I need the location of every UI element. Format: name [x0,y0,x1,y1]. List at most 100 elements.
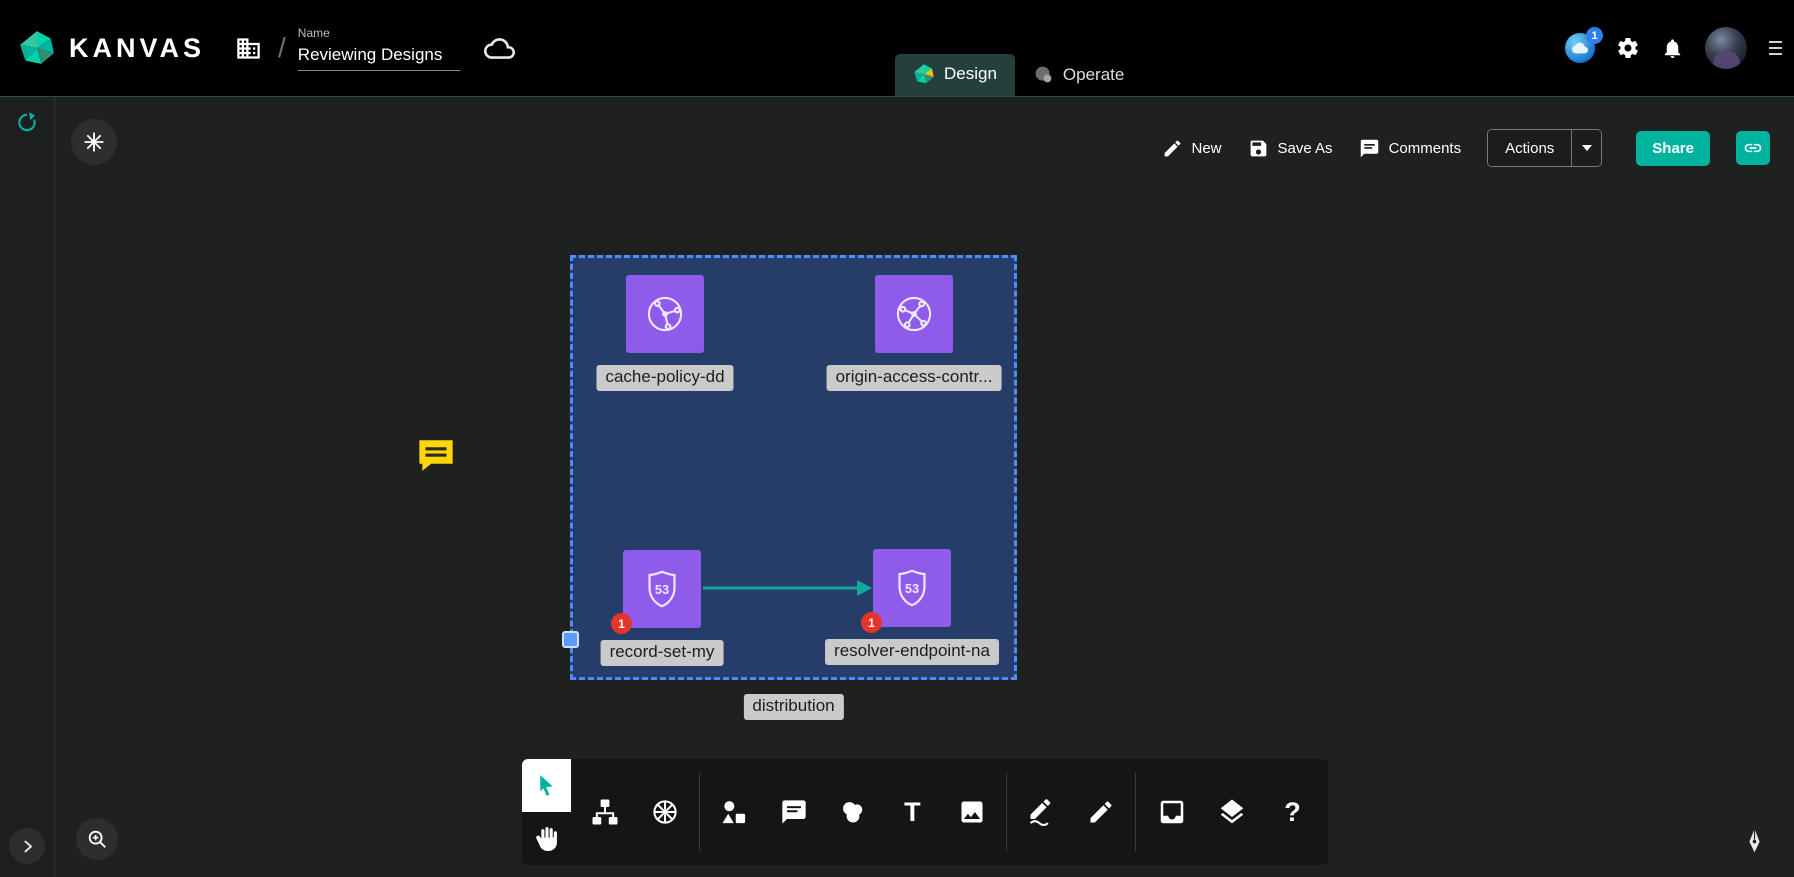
node-origin-access-box[interactable] [875,275,953,353]
pan-tool-button[interactable] [522,812,571,865]
node-record-set: 53 1 record-set-my [623,550,701,628]
starburst-icon [83,131,105,153]
tool-dock: T [522,759,1328,865]
caret-down-icon [1582,145,1592,151]
image-icon [958,798,986,826]
node-label-origin-access[interactable]: origin-access-contr... [827,365,1002,391]
annotate-tool-button[interactable] [1076,787,1126,837]
comment-marker-icon [415,435,457,477]
shapes-tool-button[interactable] [709,787,759,837]
kanvas-logo[interactable]: KANVAS [18,29,205,67]
node-label-resolver-endpoint[interactable]: resolver-endpoint-na [825,639,999,665]
dock-group-utility: ? [1136,759,1328,865]
operate-tab-label: Operate [1063,65,1124,85]
group-label-distribution[interactable]: distribution [743,694,843,720]
selection-handle[interactable] [562,631,579,648]
design-canvas[interactable]: New Save As Comments Actions Share [55,97,1794,877]
components-drawer-button[interactable] [1147,787,1197,837]
help-tool-button[interactable]: ? [1268,787,1318,837]
copy-link-button[interactable] [1736,131,1770,165]
dock-group-annotations: T [700,759,1006,865]
selected-group-distribution[interactable]: cache-policy-dd origin-access-contr... [570,255,1017,680]
bell-icon [1661,37,1684,60]
tab-design[interactable]: Design [895,54,1015,96]
mode-tabs: Design Operate [895,54,1142,96]
notification-count-badge: 1 [1586,27,1603,44]
actions-dropdown-button[interactable] [1571,130,1601,166]
help-icon: ? [1284,797,1301,828]
cloud-save-status-button[interactable] [484,33,515,64]
sticker-blob-icon [839,798,867,826]
breadcrumb-slash: / [278,32,286,64]
pen-nib-icon [1741,827,1768,854]
text-tool-icon: T [904,797,921,828]
cache-policy-icon [642,291,688,337]
cloud-account-button[interactable]: 1 [1565,33,1595,63]
pencil-icon [1162,138,1183,159]
notifications-bell-button[interactable] [1661,37,1684,60]
sync-icon [16,111,39,134]
cursor-icon [534,773,559,798]
operate-tab-icon [1033,64,1054,85]
save-icon [1248,138,1269,159]
layers-icon [1217,797,1247,827]
node-resolver-endpoint-box[interactable]: 53 [873,549,951,627]
node-cache-policy-box[interactable] [626,275,704,353]
sidebar-sync-button[interactable] [16,111,39,137]
kanvas-logo-icon [18,29,56,67]
actions-split-button: Actions [1487,129,1602,167]
design-tab-icon [913,63,935,85]
node-label-cache-policy[interactable]: cache-policy-dd [596,365,733,391]
text-tool-button[interactable]: T [887,787,937,837]
comment-marker[interactable] [415,435,457,477]
design-tab-label: Design [944,64,997,84]
sidebar-expand-button[interactable] [9,828,45,864]
node-badge-record-set[interactable]: 1 [611,613,632,634]
settings-button[interactable] [1616,36,1640,60]
sticker-tool-button[interactable] [828,787,878,837]
share-button[interactable]: Share [1636,131,1710,166]
chevron-right-icon [19,838,36,855]
origin-access-icon [891,291,937,337]
organization-button[interactable] [235,35,262,62]
node-record-set-box[interactable]: 53 [623,550,701,628]
freehand-draw-tool-button[interactable] [1016,787,1066,837]
top-bar: KANVAS / Name Design [0,0,1794,97]
route53-icon: 53 [640,567,684,611]
save-as-label: Save As [1278,140,1333,157]
svg-text:53: 53 [655,582,669,597]
kanvas-app: KANVAS / Name Design [0,0,1794,877]
overflow-menu-icon[interactable] [1769,41,1782,55]
layers-tool-button[interactable] [1207,787,1257,837]
tab-operate[interactable]: Operate [1015,55,1142,96]
canvas-widgets-button[interactable] [71,119,117,165]
dock-left-column [522,759,571,865]
edge-arrow[interactable] [701,576,873,600]
node-label-record-set[interactable]: record-set-my [601,640,724,666]
actions-button[interactable]: Actions [1488,130,1571,166]
new-design-button[interactable]: New [1162,138,1222,159]
design-name-input[interactable] [298,43,460,71]
gear-icon [1616,36,1640,60]
comment-tool-icon [780,798,808,826]
dock-group-infra [571,759,699,865]
user-avatar[interactable] [1705,27,1747,69]
zoom-in-button[interactable] [76,818,118,860]
route53-icon: 53 [890,566,934,610]
canvas-toolbar: New Save As Comments Actions Share [1162,129,1771,167]
select-tool-button[interactable] [522,759,571,812]
node-origin-access: origin-access-contr... [875,275,953,353]
node-badge-resolver-endpoint[interactable]: 1 [861,612,882,633]
drawer-icon [1157,797,1187,827]
hand-icon [534,826,559,851]
flowchart-tool-button[interactable] [580,787,630,837]
comment-icon [1359,138,1380,159]
pen-mode-button[interactable] [1741,827,1768,857]
node-cache-policy: cache-policy-dd [626,275,704,353]
kubernetes-tool-button[interactable] [640,787,690,837]
save-as-button[interactable]: Save As [1248,138,1333,159]
comment-tool-button[interactable] [769,787,819,837]
comments-button[interactable]: Comments [1359,138,1462,159]
image-tool-button[interactable] [947,787,997,837]
comments-label: Comments [1389,140,1462,157]
